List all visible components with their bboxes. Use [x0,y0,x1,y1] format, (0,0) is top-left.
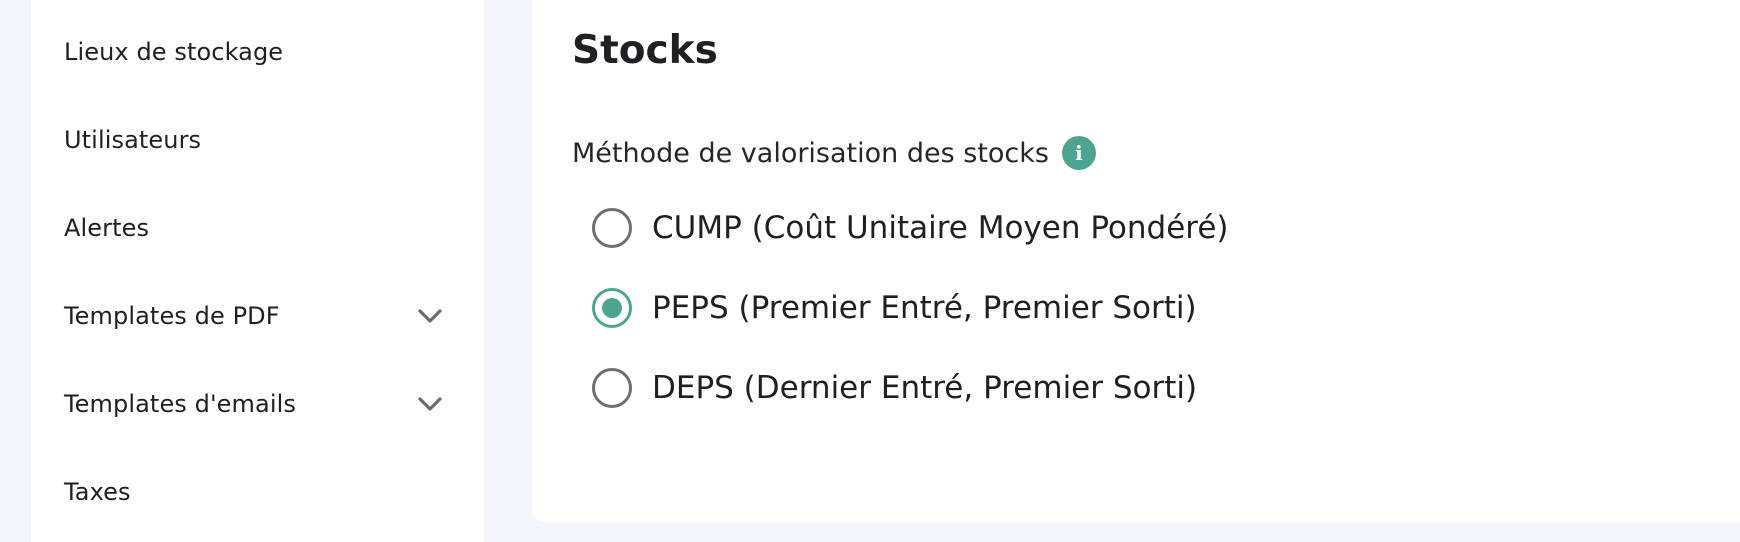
radio-button[interactable] [592,208,632,248]
settings-page: Lieux de stockage Utilisateurs Alertes T… [0,0,1740,542]
page-title: Stocks [572,28,718,73]
valuation-method-label: Méthode de valorisation des stocks [572,137,1049,169]
sidebar-item-storage-locations[interactable]: Lieux de stockage [64,30,444,74]
sidebar-item-label: Alertes [64,214,150,242]
sidebar-item-label: Lieux de stockage [64,38,284,66]
sidebar-item-label: Templates d'emails [64,390,296,418]
sidebar-item-pdf-templates[interactable]: Templates de PDF [64,294,444,338]
sidebar-item-label: Utilisateurs [64,126,202,154]
radio-option-label: PEPS (Premier Entré, Premier Sorti) [652,290,1197,326]
settings-sidebar: Lieux de stockage Utilisateurs Alertes T… [31,0,484,542]
sidebar-item-label: Taxes [64,478,131,506]
radio-button[interactable] [592,368,632,408]
stocks-settings-card: Stocks Méthode de valorisation des stock… [532,0,1740,522]
radio-option-label: CUMP (Coût Unitaire Moyen Pondéré) [652,210,1229,246]
chevron-down-icon[interactable] [416,302,444,330]
radio-option-label: DEPS (Dernier Entré, Premier Sorti) [652,370,1198,406]
sidebar-item-taxes[interactable]: Taxes [64,470,444,514]
radio-option-peps[interactable]: PEPS (Premier Entré, Premier Sorti) [592,286,1197,330]
sidebar-item-email-templates[interactable]: Templates d'emails [64,382,444,426]
radio-button-selected[interactable] [592,288,632,328]
radio-option-deps[interactable]: DEPS (Dernier Entré, Premier Sorti) [592,366,1197,410]
valuation-method-label-row: Méthode de valorisation des stocks i [572,133,1096,173]
sidebar-item-users[interactable]: Utilisateurs [64,118,444,162]
info-icon[interactable]: i [1061,136,1096,170]
radio-option-cump[interactable]: CUMP (Coût Unitaire Moyen Pondéré) [592,206,1229,250]
chevron-down-icon[interactable] [416,390,444,418]
sidebar-item-label: Templates de PDF [64,302,280,330]
sidebar-item-alerts[interactable]: Alertes [64,206,444,250]
